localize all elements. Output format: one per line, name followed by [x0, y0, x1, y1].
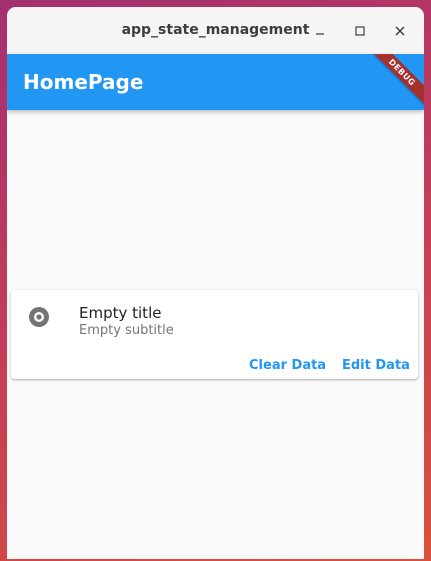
close-icon: [395, 26, 405, 36]
close-button[interactable]: [388, 19, 412, 43]
data-card: Empty title Empty subtitle Clear Data Ed…: [11, 290, 418, 379]
maximize-button[interactable]: [348, 19, 372, 43]
window-titlebar[interactable]: app_state_management: [7, 7, 424, 54]
radio-button-icon: [29, 307, 49, 327]
minimize-button[interactable]: [308, 19, 332, 43]
minimize-icon: [316, 33, 324, 35]
debug-banner: DEBUG: [362, 54, 424, 110]
page-title: HomePage: [23, 70, 144, 94]
edit-data-button[interactable]: Edit Data: [342, 358, 410, 373]
maximize-icon: [355, 26, 365, 36]
card-title: Empty title: [79, 304, 162, 322]
app-window: app_state_management HomePage DEBUG Empt…: [7, 7, 424, 559]
clear-data-button[interactable]: Clear Data: [249, 358, 326, 373]
app-bar: HomePage DEBUG: [7, 54, 424, 110]
card-subtitle: Empty subtitle: [79, 323, 174, 338]
